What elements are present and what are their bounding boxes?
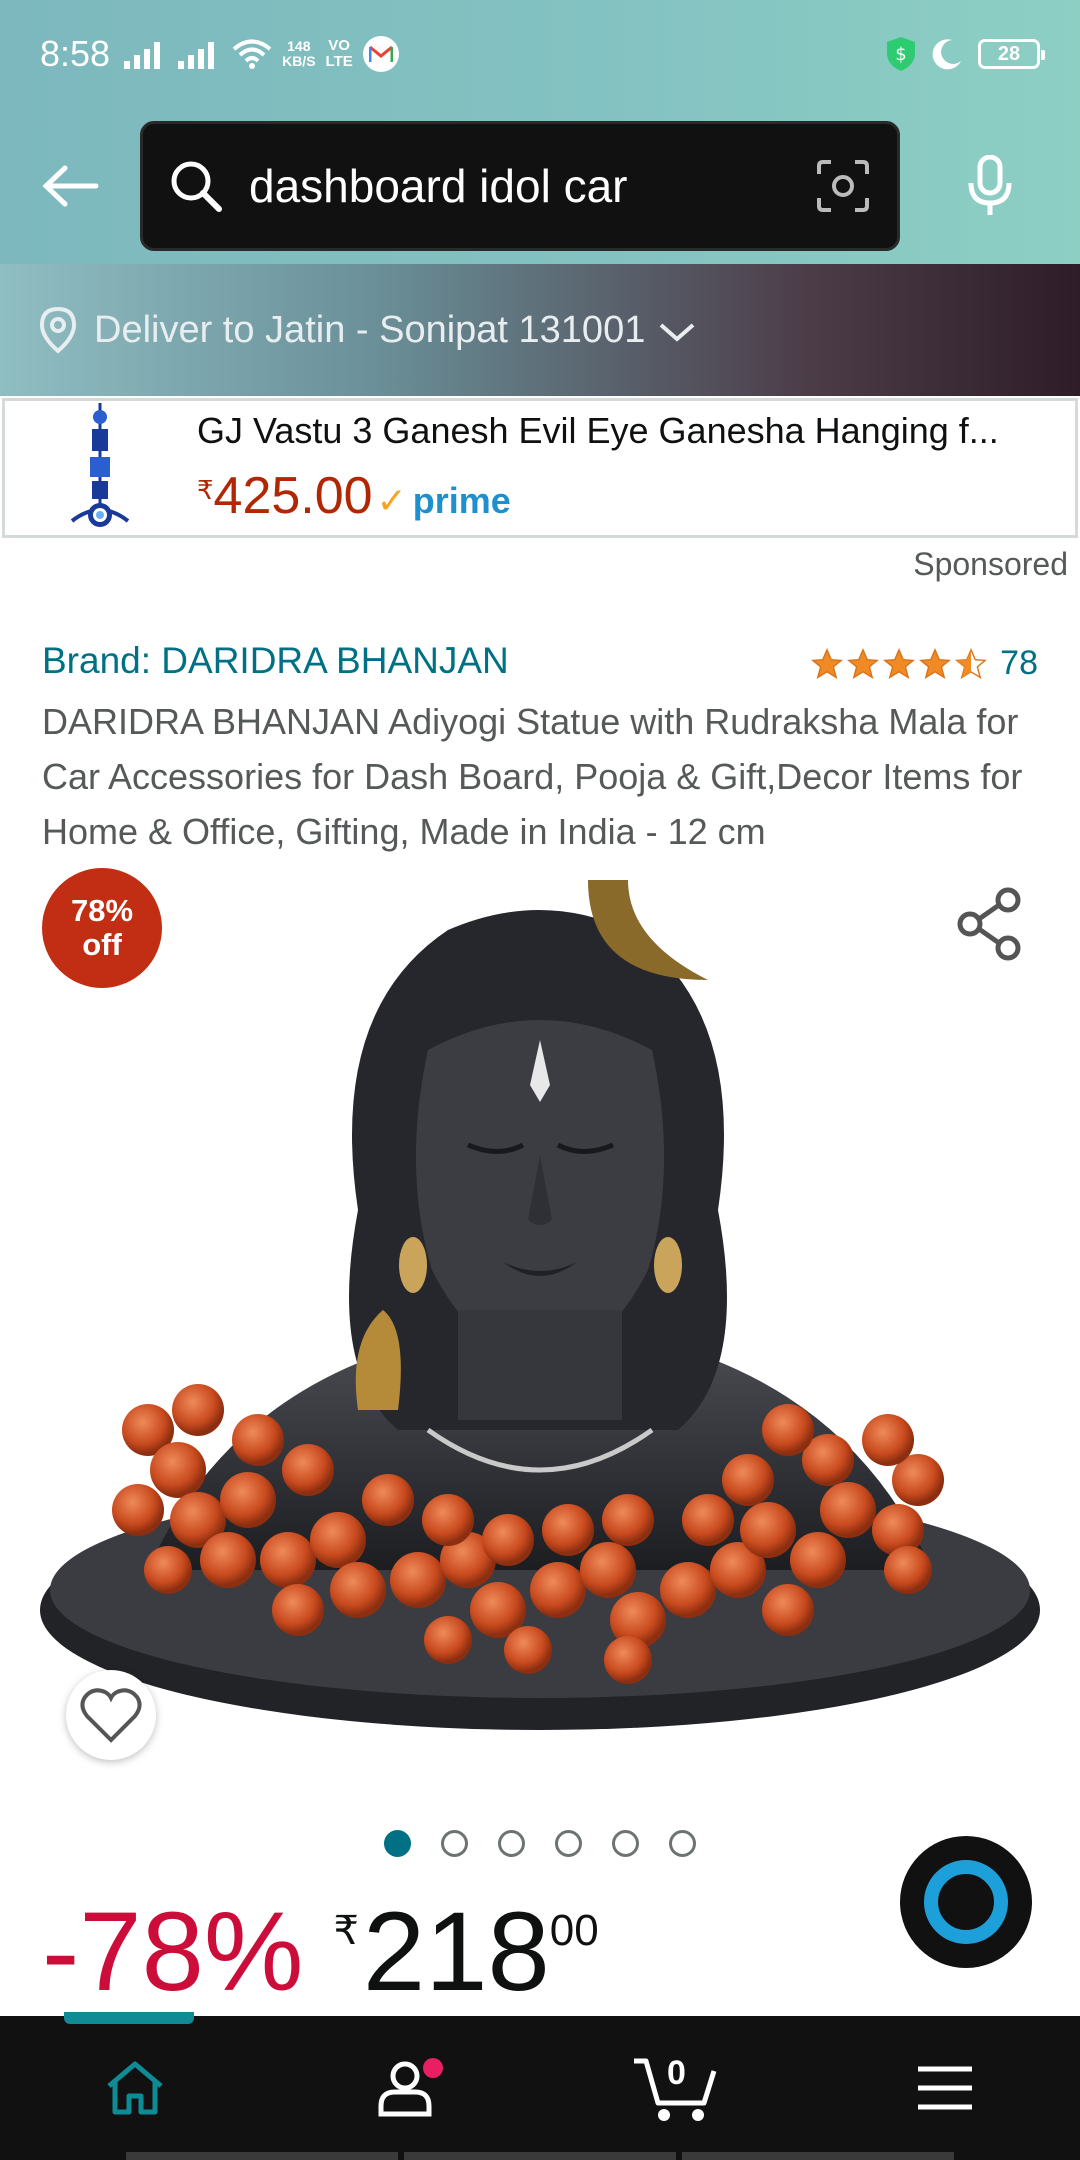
sponsored-label: Sponsored <box>913 546 1068 582</box>
share-icon <box>957 887 1021 961</box>
back-arrow-icon <box>42 165 99 207</box>
bottom-navigation: 0 <box>0 2016 1080 2160</box>
security-shield-icon: $ <box>887 37 915 71</box>
carousel-dot[interactable] <box>441 1830 468 1857</box>
menu-icon <box>918 2066 972 2110</box>
notification-dot <box>423 2058 443 2078</box>
ad-currency-symbol: ₹ <box>197 475 214 505</box>
star-full-icon <box>919 647 952 679</box>
nav-menu[interactable] <box>865 2028 1025 2148</box>
evil-eye-hanging-image <box>70 403 130 527</box>
star-full-icon <box>847 647 880 679</box>
heart-icon <box>80 1688 142 1743</box>
rating-stars <box>810 647 988 681</box>
product-image[interactable] <box>28 870 1052 1770</box>
ad-price-row: ₹ 425.00 ✓ prime <box>197 466 1075 526</box>
ad-product-thumbnail[interactable] <box>5 401 195 535</box>
svg-text:$: $ <box>895 44 906 65</box>
chevron-down-icon <box>660 323 695 342</box>
product-brand-link[interactable]: Brand: DARIDRA BHANJAN <box>42 640 509 682</box>
alexa-icon <box>924 1860 1008 1944</box>
voice-search-button[interactable] <box>900 108 1080 264</box>
search-header: dashboard idol car <box>0 108 1080 264</box>
nav-cart[interactable]: 0 <box>595 2028 755 2148</box>
search-query[interactable]: dashboard idol car <box>249 159 815 213</box>
nav-account[interactable] <box>325 2028 485 2148</box>
carousel-dot[interactable] <box>498 1830 525 1857</box>
star-full-icon <box>811 647 844 679</box>
carousel-dot[interactable] <box>612 1830 639 1857</box>
star-half-icon <box>955 647 988 679</box>
discount-percentage: -78% <box>42 1889 304 2014</box>
signal-icon <box>124 42 161 69</box>
moon-icon <box>932 39 961 70</box>
prime-check-icon: ✓ <box>376 480 407 521</box>
sponsored-ad-banner[interactable]: GJ Vastu 3 Ganesh Evil Eye Ganesha Hangi… <box>2 398 1078 538</box>
image-carousel-dots[interactable] <box>384 1830 696 1857</box>
share-button[interactable] <box>950 884 1030 964</box>
star-full-icon <box>883 647 916 679</box>
wishlist-button[interactable] <box>66 1670 156 1760</box>
discount-badge: 78% off <box>42 868 162 988</box>
back-button[interactable] <box>0 108 140 264</box>
status-icons: 148 KB/S VO LTE <box>124 36 399 72</box>
status-bar: 8:58 148 KB/S VO LTE $ 28 <box>0 0 1080 108</box>
system-nav-bar <box>126 2152 954 2160</box>
ad-price: 425.00 <box>213 467 373 525</box>
active-tab-indicator <box>64 2012 194 2024</box>
gmail-icon <box>362 36 399 72</box>
deliver-text: Deliver to Jatin - Sonipat 131001 <box>94 308 646 351</box>
search-input[interactable]: dashboard idol car <box>140 121 900 251</box>
location-pin-icon <box>39 306 77 354</box>
price-fraction: 00 <box>549 1906 599 1955</box>
carousel-dot[interactable] <box>669 1830 696 1857</box>
camera-scan-icon[interactable] <box>815 158 871 214</box>
wifi-icon <box>232 39 272 69</box>
net-speed: 148 KB/S <box>282 38 316 69</box>
carousel-dot[interactable] <box>384 1830 411 1857</box>
rating-count[interactable]: 78 <box>1000 644 1038 683</box>
volte-indicator: VO LTE <box>325 37 353 70</box>
status-time: 8:58 <box>40 33 111 74</box>
alexa-button[interactable] <box>900 1836 1032 1968</box>
signal-icon-2 <box>178 42 215 69</box>
currency-symbol: ₹ <box>333 1909 359 1953</box>
home-icon <box>107 2061 163 2115</box>
price-whole: 218 <box>362 1889 550 2014</box>
status-right: $ 28 <box>886 36 1045 72</box>
ad-info: GJ Vastu 3 Ganesh Evil Eye Ganesha Hangi… <box>195 410 1075 526</box>
ad-title[interactable]: GJ Vastu 3 Ganesh Evil Eye Ganesha Hangi… <box>197 410 1057 452</box>
product-title[interactable]: DARIDRA BHANJAN Adiyogi Statue with Rudr… <box>42 694 1052 859</box>
nav-home[interactable] <box>55 2028 215 2148</box>
deliver-location-bar[interactable]: Deliver to Jatin - Sonipat 131001 <box>0 264 1080 396</box>
prime-badge: prime <box>412 480 511 521</box>
search-icon <box>171 161 222 212</box>
price-row: -78% ₹ 218 00 <box>42 1892 599 2012</box>
battery-icon: 28 <box>978 39 1045 69</box>
carousel-dot[interactable] <box>555 1830 582 1857</box>
product-rating[interactable]: 78 <box>810 644 1038 683</box>
microphone-icon <box>968 155 1012 215</box>
cart-count: 0 <box>667 2054 686 2092</box>
